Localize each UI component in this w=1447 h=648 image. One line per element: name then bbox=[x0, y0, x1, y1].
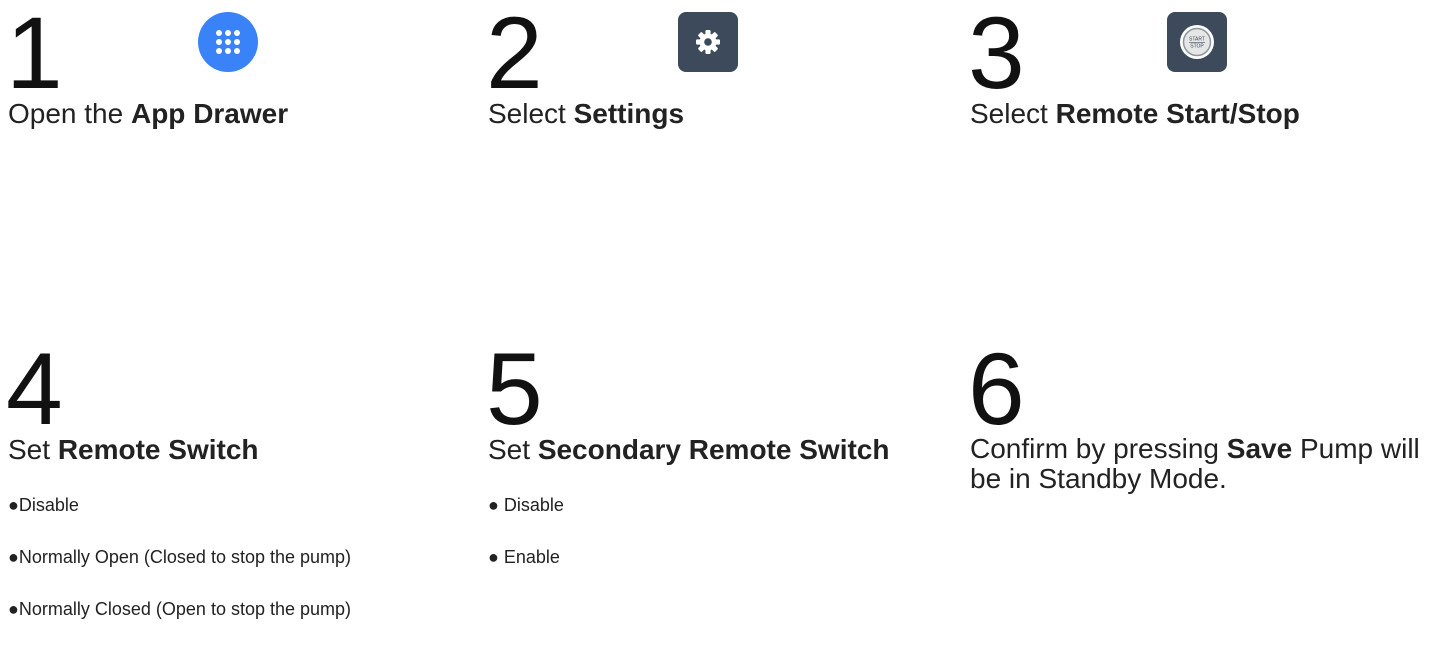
icon-text-stop: STOP bbox=[1190, 44, 1204, 50]
title-bold: App Drawer bbox=[130, 98, 289, 129]
step-number: 2 bbox=[486, 0, 543, 110]
step-2: 2 Select Settings bbox=[486, 0, 948, 140]
title-prefix: Open the bbox=[8, 98, 131, 129]
step-title: Confirm by pressing Save Pump will be in… bbox=[970, 434, 1447, 494]
step-title: Select Remote Start/Stop bbox=[970, 98, 1300, 130]
step-number: 5 bbox=[486, 332, 543, 446]
step-title: Set Secondary Remote Switch bbox=[488, 434, 889, 466]
option-list: ●Disable ●Normally Open (Closed to stop … bbox=[8, 492, 351, 648]
step-5: 5 Set Secondary Remote Switch ● Disable … bbox=[486, 332, 958, 615]
title-prefix: Set bbox=[488, 434, 538, 465]
title-bold: Remote Switch bbox=[57, 434, 259, 465]
app-drawer-grid-icon[interactable] bbox=[198, 12, 258, 72]
step-1: 1 Open the App Drawer bbox=[6, 0, 468, 140]
step-title: Set Remote Switch bbox=[8, 434, 259, 466]
title-bold: Save bbox=[1226, 433, 1293, 464]
title-prefix: Select bbox=[488, 98, 574, 129]
title-prefix: Select bbox=[970, 98, 1056, 129]
step-title: Select Settings bbox=[488, 98, 684, 130]
option-list: ● Disable ● Enable bbox=[488, 492, 564, 596]
list-item: ●Normally Closed (Open to stop the pump) bbox=[8, 599, 352, 619]
title-prefix: Set bbox=[8, 434, 58, 465]
title-prefix: Confirm by pressing bbox=[970, 433, 1227, 464]
step-title: Open the App Drawer bbox=[8, 98, 288, 130]
step-number: 4 bbox=[6, 332, 63, 446]
start-stop-button-icon[interactable]: START STOP bbox=[1167, 12, 1227, 72]
step-6: 6 Confirm by pressing Save Pump will be … bbox=[968, 332, 1440, 615]
step-number: 3 bbox=[968, 0, 1025, 110]
step-number: 6 bbox=[968, 332, 1025, 446]
list-item: ●Normally Open (Closed to stop the pump) bbox=[8, 547, 352, 567]
title-bold: Settings bbox=[573, 98, 685, 129]
step-number: 1 bbox=[6, 0, 63, 110]
list-item: ● Disable bbox=[488, 495, 564, 515]
list-item: ● Enable bbox=[488, 547, 560, 567]
settings-gear-icon[interactable] bbox=[678, 12, 738, 72]
step-4: 4 Set Remote Switch ●Disable ●Normally O… bbox=[6, 332, 478, 619]
icon-text-start: START bbox=[1189, 37, 1205, 43]
title-bold: Secondary Remote Switch bbox=[537, 434, 890, 465]
step-3: 3 START STOP Select Remote Start/Stop bbox=[968, 0, 1440, 140]
list-item: ●Disable bbox=[8, 495, 79, 515]
title-bold: Remote Start/Stop bbox=[1055, 98, 1300, 129]
